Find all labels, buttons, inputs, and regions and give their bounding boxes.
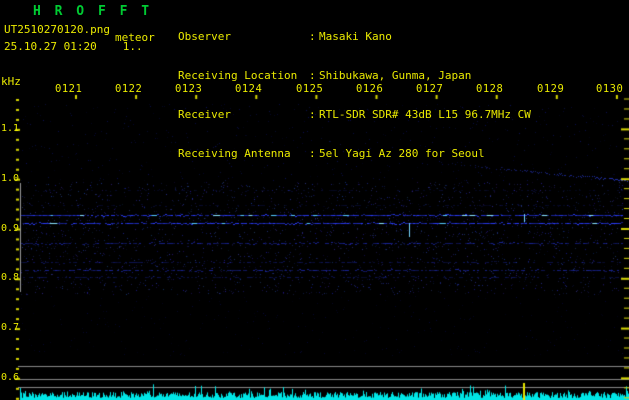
freq-tick-label: 1.1 <box>1 123 20 134</box>
freq-unit-label: kHz <box>1 75 21 88</box>
time-tick-label: 0125 <box>296 83 324 95</box>
freq-tick-label: 1.0 <box>1 173 20 184</box>
app-title: H R O F F T <box>33 4 153 19</box>
info-value: 5el Yagi Az 280 for Seoul <box>319 147 485 160</box>
time-tick-label: 0124 <box>235 83 263 95</box>
time-tick-label: 0122 <box>115 83 143 95</box>
info-separator: : <box>309 108 316 121</box>
freq-tick-label: 0.6 <box>1 372 20 383</box>
freq-tick-label: 0.9 <box>1 223 20 234</box>
info-label: Receiver <box>178 108 231 121</box>
info-separator: : <box>309 69 316 82</box>
freq-tick-label: 0.7 <box>1 322 20 333</box>
freq-tick-label: 0.8 <box>1 272 20 283</box>
info-row-observer: Observer: Masaki Kano <box>178 30 531 43</box>
info-label: Receiving Antenna <box>178 147 291 160</box>
time-tick-label: 0121 <box>55 83 83 95</box>
info-value: Shibukawa, Gunma, Japan <box>319 69 472 82</box>
info-separator: : <box>309 147 316 160</box>
info-row-receiver: Receiver: RTL-SDR SDR# 43dB L15 96.7MHz C… <box>178 108 531 121</box>
info-label: Observer <box>178 30 231 43</box>
info-row-antenna: Receiving Antenna:5el Yagi Az 280 for Se… <box>178 147 531 160</box>
time-tick-label: 0130 <box>596 83 624 95</box>
hrofft-window: H R O F F T UT2510270120.png meteor 25.1… <box>0 0 629 400</box>
time-tick-label: 0123 <box>175 83 203 95</box>
info-row-location: Receiving Location: Shibukawa, Gunma, Jap… <box>178 69 531 82</box>
datetime-row: 25.10.27 01:20 1.. <box>4 41 143 53</box>
info-value: Masaki Kano <box>319 30 392 43</box>
info-separator: : <box>309 30 316 43</box>
time-tick-label: 0127 <box>416 83 444 95</box>
time-tick-label: 0128 <box>476 83 504 95</box>
time-tick-label: 0129 <box>537 83 565 95</box>
station-info: Observer: Masaki Kano Receiving Location:… <box>178 4 531 186</box>
counter: 1.. <box>122 40 143 53</box>
time-tick-label: 0126 <box>356 83 384 95</box>
info-value: RTL-SDR SDR# 43dB L15 96.7MHz CW <box>319 108 531 121</box>
filename: UT2510270120.png <box>4 23 110 36</box>
datetime: 25.10.27 01:20 <box>4 40 97 53</box>
info-label: Receiving Location <box>178 69 298 82</box>
